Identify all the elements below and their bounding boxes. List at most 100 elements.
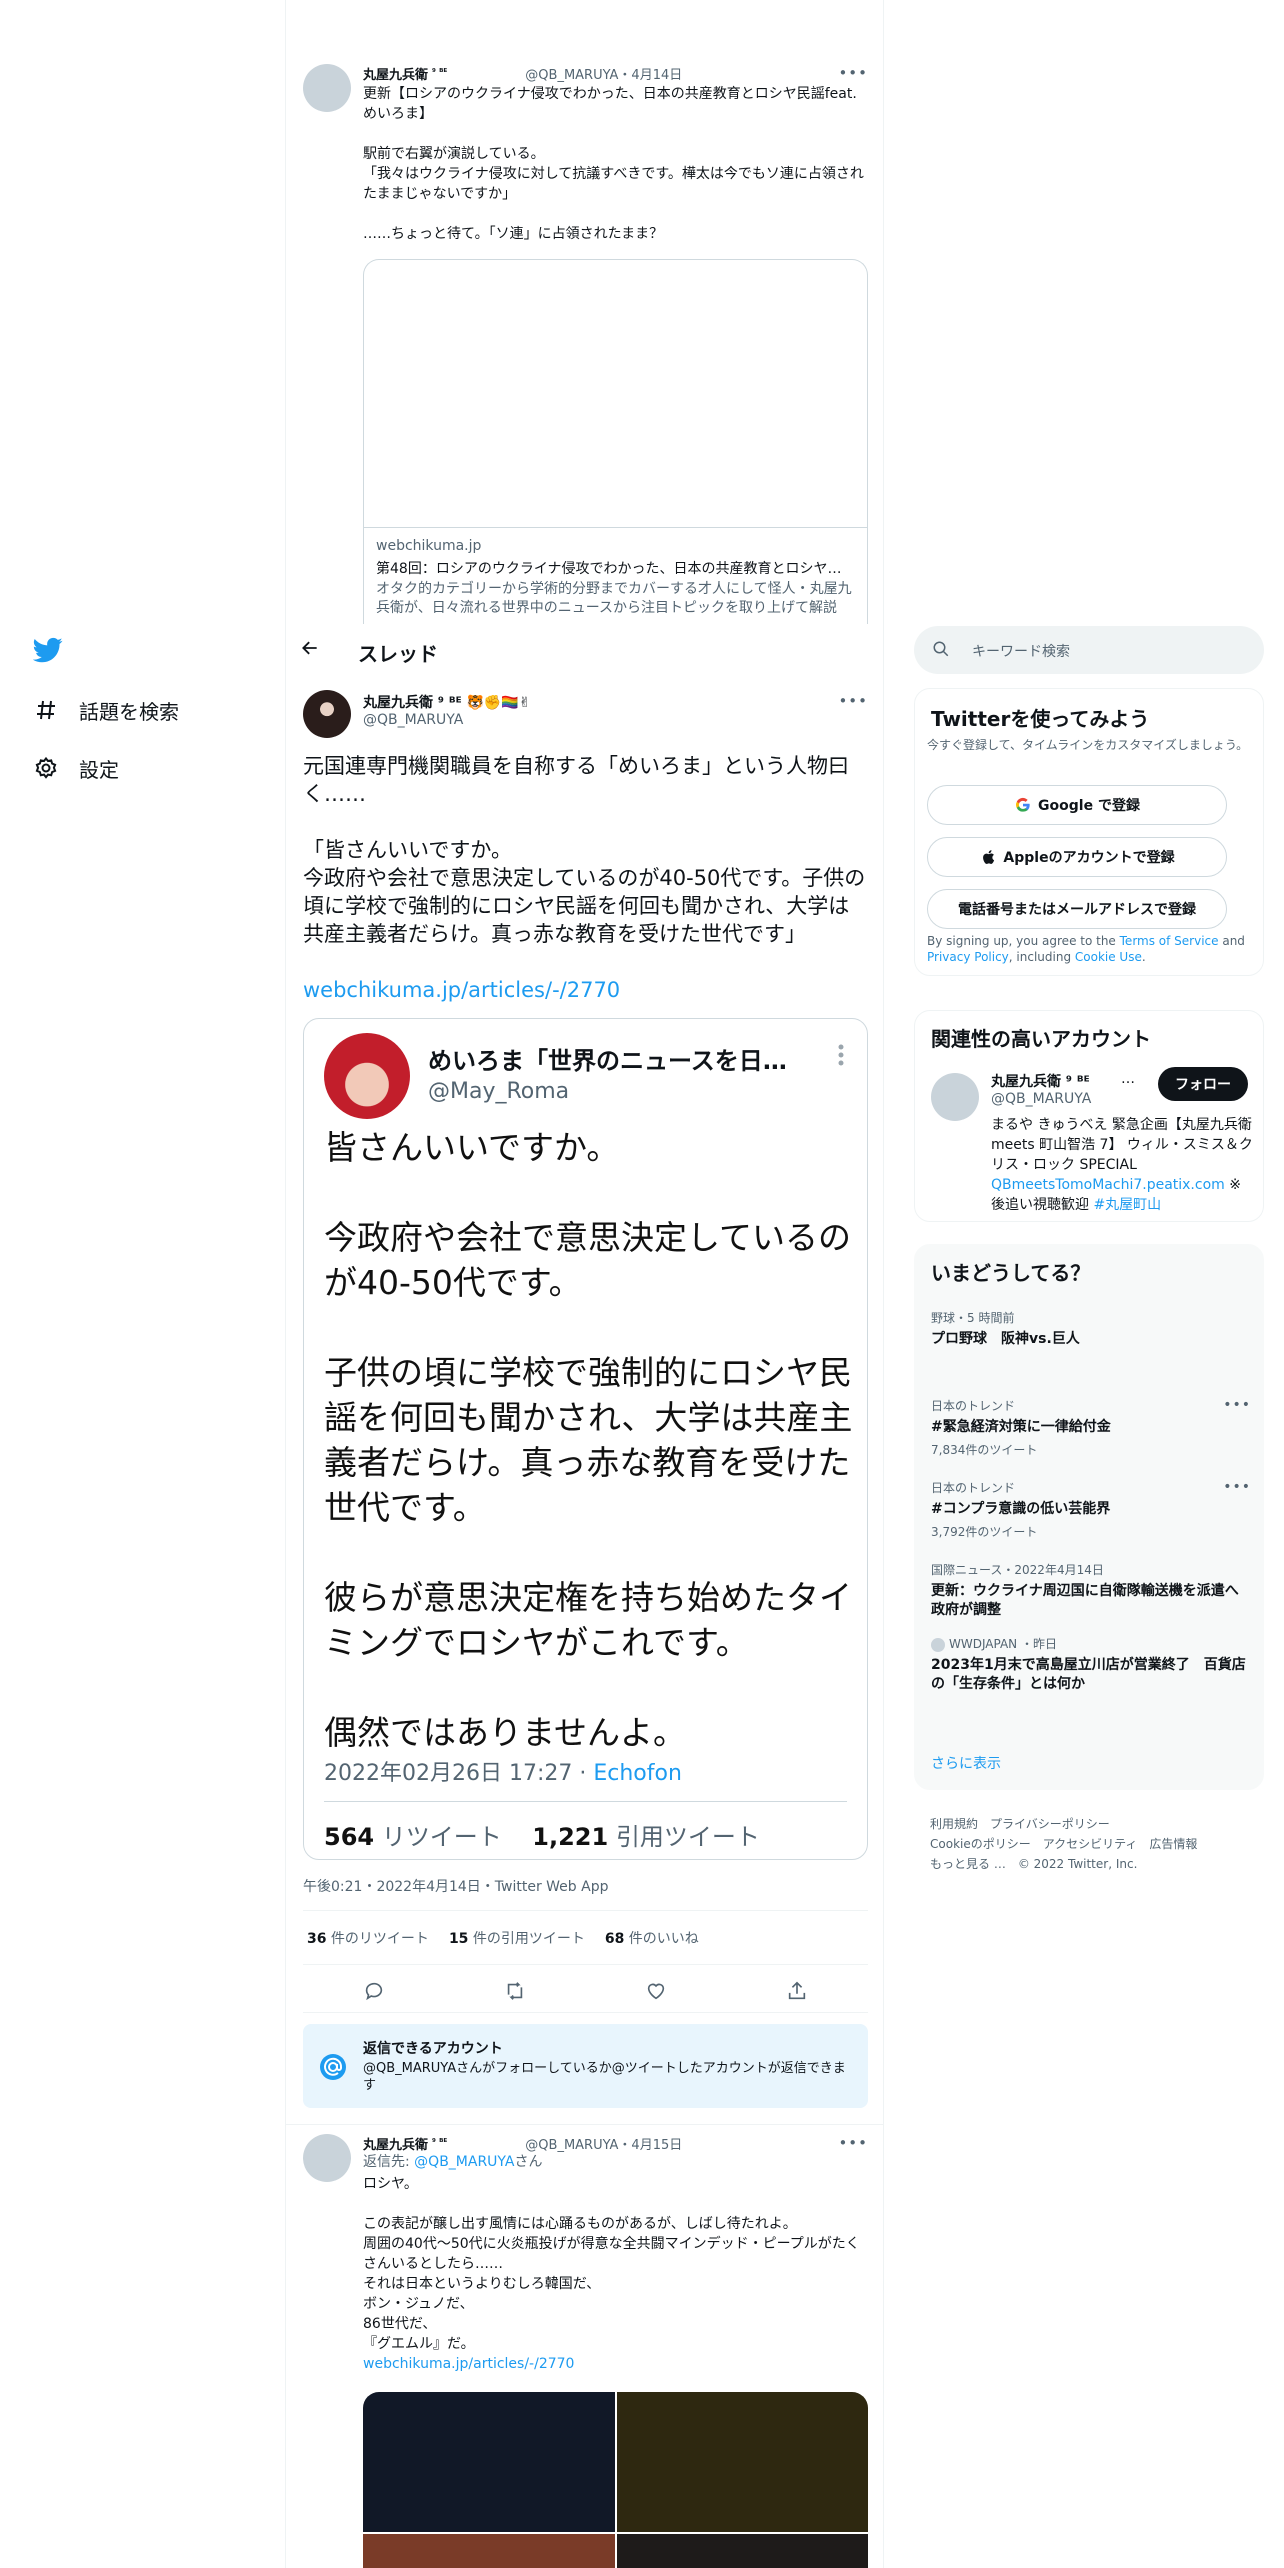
share-icon[interactable] xyxy=(786,1980,808,2002)
like-stat[interactable]: 68 件のいいね xyxy=(605,1928,699,1948)
show-more-link[interactable]: さらに表示 xyxy=(931,1753,1001,1773)
embedded-author-name: めいろま「世界のニュースを日本人は何も知らない」 xyxy=(428,1047,788,1075)
avatar[interactable] xyxy=(303,2134,351,2182)
more-icon[interactable]: ••• xyxy=(838,2134,868,2152)
trend-name: 更新：ウクライナ周辺国に自衛隊輸送機を派遣へ 政府が調整 xyxy=(931,1583,1239,1618)
avatar[interactable] xyxy=(303,64,351,112)
embedded-retweet-count: 564 xyxy=(324,1823,375,1851)
apple-icon xyxy=(979,848,997,866)
more-icon[interactable]: ••• xyxy=(838,692,868,710)
trend-name: 2023年1月末で高島屋立川店が営業終了 百貨店の「生存条件」とは何か xyxy=(931,1657,1246,1692)
reply-to-handle[interactable]: @QB_MARUYA xyxy=(414,2154,514,2170)
reply-icon[interactable] xyxy=(363,1980,385,2002)
embedded-date: 2022年02月26日 17:27 · xyxy=(324,1761,594,1786)
follow-button[interactable]: フォロー xyxy=(1158,1067,1248,1101)
thread-column: 丸屋九兵衛 ⁹ ᴮᴱ @QB_MARUYA・4月14日 ••• 更新【ロシアのウ… xyxy=(285,0,884,2568)
parent-tweet[interactable]: 丸屋九兵衛 ⁹ ᴮᴱ @QB_MARUYA・4月14日 ••• 更新【ロシアのウ… xyxy=(286,0,883,624)
related-title: 関連性の高いアカウント xyxy=(931,1027,1151,1051)
phone-email-signup-button[interactable]: 電話番号またはメールアドレスで登録 xyxy=(927,889,1227,929)
author-name[interactable]: 丸屋九兵衛 xyxy=(363,2134,428,2153)
photo-grid[interactable] xyxy=(363,2392,868,2568)
trend-meta: 国際ニュース・2022年4月14日 xyxy=(931,1563,1104,1577)
signup-panel: Twitterを使ってみよう 今すぐ登録して、タイムラインをカスタマイズしましょ… xyxy=(914,688,1264,976)
reply-restriction-notice: 返信できるアカウント @QB_MARUYAさんがフォローしているか@ツイートした… xyxy=(303,2024,868,2108)
photo-3[interactable] xyxy=(363,2534,615,2568)
hashtag-icon xyxy=(33,697,59,723)
trend-item[interactable]: WWDJAPAN ・昨日 2023年1月末で高島屋立川店が営業終了 百貨店の「生… xyxy=(931,1635,1251,1694)
divider xyxy=(324,1801,847,1802)
trend-count: 7,834件のツイート xyxy=(931,1443,1038,1457)
avatar[interactable] xyxy=(931,1073,979,1121)
trend-meta: 野球・5 時間前 xyxy=(931,1311,1015,1325)
search-bar[interactable]: キーワード検索 xyxy=(914,626,1264,674)
tweet-link[interactable]: webchikuma.jp/articles/-/2770 xyxy=(363,2354,868,2374)
author-handle-date[interactable]: @QB_MARUYA・4月14日 xyxy=(525,64,682,83)
twitter-logo-icon[interactable] xyxy=(32,635,63,665)
footer-links-3[interactable]: もっと見る … © 2022 Twitter, Inc. xyxy=(930,1854,1260,1874)
like-label: 件のいいね xyxy=(624,1931,699,1947)
author-handle[interactable]: @QB_MARUYA xyxy=(363,712,463,728)
trend-item[interactable]: 日本のトレンド #コンプラ意識の低い芸能界 3,792件のツイート ••• xyxy=(931,1479,1251,1540)
more-icon[interactable]: ••• xyxy=(1223,1479,1251,1495)
search-input[interactable]: キーワード検索 xyxy=(972,641,1070,661)
author-name[interactable]: 丸屋九兵衛 ⁹ ᴮᴱ 🐯✊🏳️‍🌈✌ xyxy=(363,692,531,712)
back-arrow-icon[interactable] xyxy=(300,638,324,662)
tweet-link[interactable]: webchikuma.jp/articles/-/2770 xyxy=(303,978,620,1002)
embedded-tweet-image[interactable]: めいろま「世界のニュースを日本人は何も知らない」 @May_Roma 皆さんいい… xyxy=(303,1018,868,1860)
trend-meta: 日本のトレンド xyxy=(931,1399,1016,1413)
avatar[interactable] xyxy=(303,690,351,738)
link-card[interactable]: webchikuma.jp 第48回：ロシアのウクライナ侵攻でわかった、日本の共… xyxy=(363,259,868,624)
author-handle-date[interactable]: @QB_MARUYA・4月15日 xyxy=(525,2134,682,2153)
trend-name: #コンプラ意識の低い芸能界 xyxy=(931,1501,1111,1517)
divider xyxy=(303,2012,868,2013)
photo-4[interactable] xyxy=(616,2534,868,2568)
retweet-icon[interactable] xyxy=(504,1980,526,2002)
tweet-timestamp[interactable]: 午後0:21・2022年4月14日・Twitter Web App xyxy=(303,1876,608,1896)
author-badge: ⁹ ᴮᴱ xyxy=(432,2138,448,2148)
legal-text: . xyxy=(1141,950,1146,964)
embedded-tweet-text: 皆さんいいですか。 今政府や会社で意思決定しているのが40-50代です。 子供の… xyxy=(324,1128,853,1752)
retweet-stat[interactable]: 36 件のリツイート xyxy=(307,1928,429,1948)
cookie-link[interactable]: Cookie Use xyxy=(1075,950,1142,964)
privacy-link[interactable]: Privacy Policy xyxy=(927,950,1009,964)
author-name[interactable]: 丸屋九兵衛 xyxy=(363,64,428,83)
quote-label: 件の引用ツイート xyxy=(468,1931,585,1947)
trend-item[interactable]: 日本のトレンド #緊急経済対策に一律給付金 7,834件のツイート ••• xyxy=(931,1397,1251,1458)
google-signup-button[interactable]: Google で登録 xyxy=(927,785,1227,825)
trend-item[interactable]: 国際ニュース・2022年4月14日 更新：ウクライナ周辺国に自衛隊輸送機を派遣へ… xyxy=(931,1561,1251,1620)
tweet-actions xyxy=(303,1974,868,2008)
like-icon[interactable] xyxy=(645,1980,667,2002)
legal-text: By signing up, you agree to the xyxy=(927,934,1120,948)
photo-1[interactable] xyxy=(363,2392,615,2532)
trend-item[interactable]: 野球・5 時間前 プロ野球 阪神vs.巨人 xyxy=(931,1309,1251,1349)
footer-links-2[interactable]: Cookieのポリシー アクセシビリティ 広告情報 xyxy=(930,1834,1260,1854)
phone-email-signup-label: 電話番号またはメールアドレスで登録 xyxy=(958,902,1196,918)
trend-name: #緊急経済対策に一律給付金 xyxy=(931,1419,1111,1435)
related-account-name[interactable]: 丸屋九兵衛 ⁹ ᴮᴱ xyxy=(991,1071,1090,1091)
page-title: スレッド xyxy=(358,642,438,666)
related-account-handle[interactable]: @QB_MARUYA xyxy=(991,1091,1091,1107)
reply-to-suffix: さん xyxy=(514,2154,543,2170)
nav-settings-label: 設定 xyxy=(79,757,119,782)
footer-links-1[interactable]: 利用規約 プライバシーポリシー xyxy=(930,1814,1260,1834)
quote-stat[interactable]: 15 件の引用ツイート xyxy=(449,1928,585,1948)
retweet-count: 36 xyxy=(307,1931,327,1947)
signup-legal: By signing up, you agree to the Terms of… xyxy=(927,933,1253,965)
reply-notice-description: @QB_MARUYAさんがフォローしているか@ツイートしたアカウントが返信できま… xyxy=(363,2061,846,2093)
apple-signup-button[interactable]: Appleのアカウントで登録 xyxy=(927,837,1227,877)
more-icon[interactable]: ••• xyxy=(838,64,868,82)
nav-settings[interactable]: 設定 xyxy=(33,753,119,783)
nav-explore[interactable]: 話題を検索 xyxy=(33,695,179,725)
embedded-stats: 564 リツイート 1,221 引用ツイート xyxy=(324,1817,760,1852)
like-count: 68 xyxy=(604,1931,625,1947)
embedded-timestamp: 2022年02月26日 17:27 · Echofon xyxy=(324,1755,682,1787)
reply-to: 返信先: @QB_MARUYAさん xyxy=(363,2152,868,2172)
photo-2[interactable] xyxy=(616,2392,868,2532)
terms-link[interactable]: Terms of Service xyxy=(1120,934,1219,948)
retweet-label: 件のリツイート xyxy=(326,1931,429,1947)
bio-hashtag[interactable]: #丸屋町山 xyxy=(1093,1197,1161,1213)
related-account-bio: まるや きゅうべえ 緊急企画【丸屋九兵衛 meets 町山智浩 7】 ウィル・ス… xyxy=(991,1115,1253,1215)
bio-link[interactable]: QBmeetsTomoMachi7.peatix.com xyxy=(991,1177,1225,1193)
more-icon[interactable]: ••• xyxy=(1223,1397,1251,1413)
tweet-text: 元国連専門機関職員を自称する「めいろま」という人物曰く…… 「皆さんいいですか。… xyxy=(303,754,866,946)
